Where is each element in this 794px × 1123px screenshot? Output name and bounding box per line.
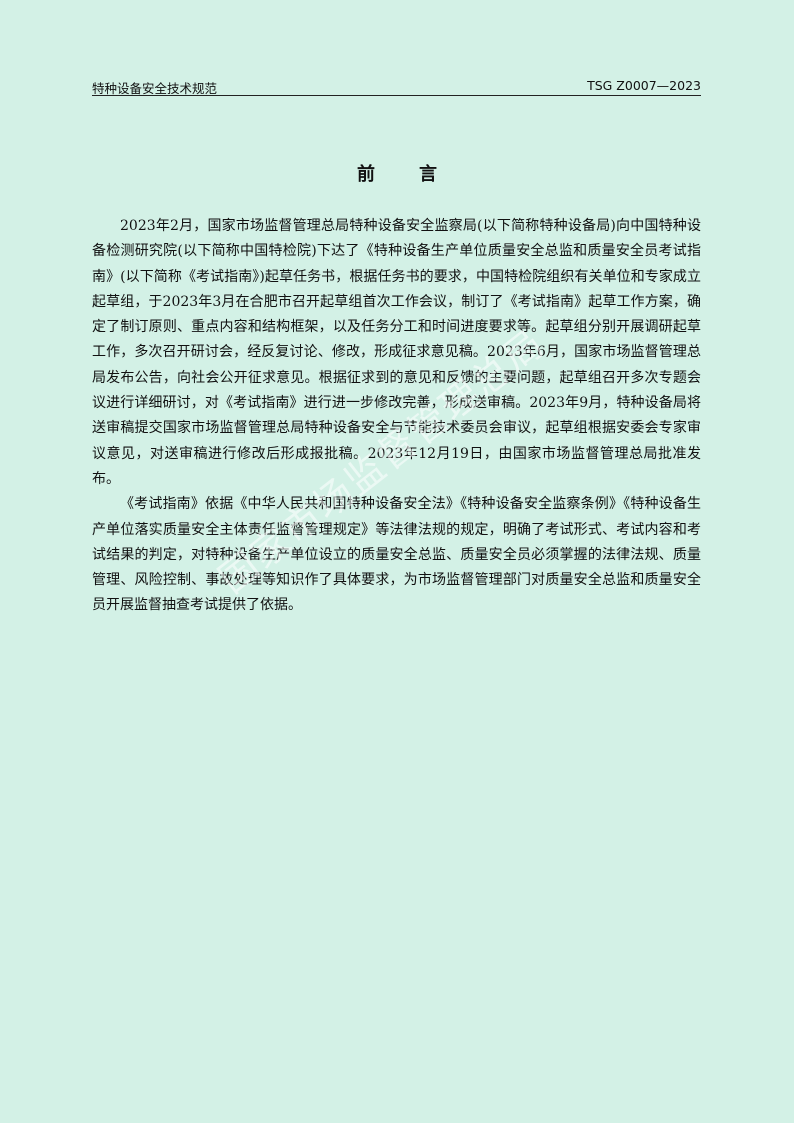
- preface-body: 2023年2月，国家市场监督管理总局特种设备安全监察局(以下简称特种设备局)向中…: [92, 214, 701, 619]
- page-title: 前言: [357, 164, 481, 185]
- header-document-code: TSG Z0007—2023: [587, 78, 701, 93]
- paragraph-2: 《考试指南》依据《中华人民共和国特种设备安全法》《特种设备安全监察条例》《特种设…: [92, 496, 701, 614]
- paragraph-1: 2023年2月，国家市场监督管理总局特种设备安全监察局(以下简称特种设备局)向中…: [92, 218, 701, 487]
- header-document-series: 特种设备安全技术规范: [92, 81, 218, 96]
- running-header: 特种设备安全技术规范 TSG Z0007—2023: [92, 76, 701, 96]
